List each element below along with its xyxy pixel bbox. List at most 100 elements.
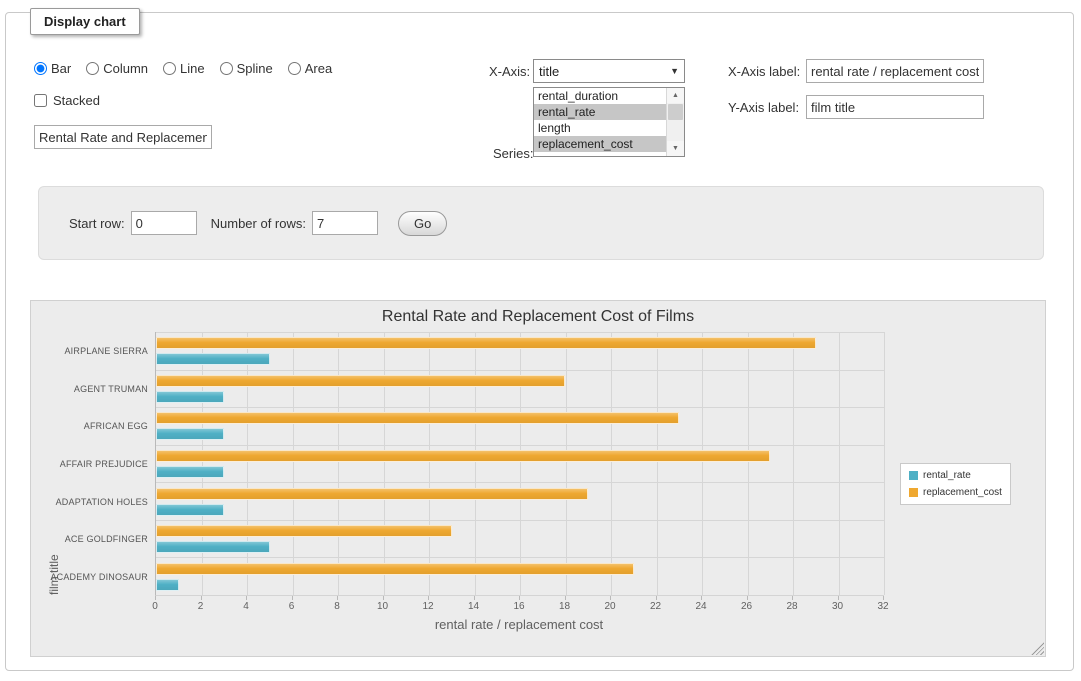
x-axis-tick xyxy=(292,596,293,600)
radio-column-input[interactable] xyxy=(86,62,99,75)
series-option-replacement_cost[interactable]: replacement_cost xyxy=(534,136,667,152)
radio-line-label: Line xyxy=(180,61,205,76)
category-label: AIRPLANE SIERRA xyxy=(64,346,148,356)
x-axis-selected-value: title xyxy=(539,64,559,79)
x-axis-tick xyxy=(883,596,884,600)
chart-row: ACADEMY DINOSAUR xyxy=(156,557,884,595)
chart-row: ACE GOLDFINGER xyxy=(156,520,884,558)
dropdown-arrow-icon: ▼ xyxy=(670,66,679,76)
x-axis-tick-label: 20 xyxy=(604,601,615,612)
category-label: AFRICAN EGG xyxy=(84,421,148,431)
x-axis-tick-label: 18 xyxy=(559,601,570,612)
bar-rental_rate xyxy=(156,541,270,553)
x-axis-tick xyxy=(383,596,384,600)
chart-type-radio-group: Bar Column Line Spline Area xyxy=(34,61,332,76)
radio-area-label: Area xyxy=(305,61,332,76)
bar-replacement_cost xyxy=(156,337,816,349)
legend-item-rental_rate[interactable]: rental_rate xyxy=(909,470,1002,481)
bar-rental_rate xyxy=(156,353,270,365)
radio-area-input[interactable] xyxy=(288,62,301,75)
bar-rental_rate xyxy=(156,504,224,516)
x-axis-tick xyxy=(792,596,793,600)
scroll-down-icon[interactable]: ▼ xyxy=(667,141,684,156)
bar-replacement_cost xyxy=(156,525,452,537)
resize-handle-icon[interactable] xyxy=(1031,642,1044,655)
stacked-label: Stacked xyxy=(53,93,100,108)
scrollbar-thumb[interactable] xyxy=(668,104,683,120)
category-label: ACE GOLDFINGER xyxy=(65,534,148,544)
x-axis-tick xyxy=(474,596,475,600)
chart-row: ADAPTATION HOLES xyxy=(156,482,884,520)
series-options: rental_durationrental_ratelengthreplacem… xyxy=(534,88,667,156)
x-axis-title: rental rate / replacement cost xyxy=(155,617,883,632)
series-select-label: Series: xyxy=(493,146,533,161)
radio-area[interactable]: Area xyxy=(288,61,332,76)
x-axis-tick-label: 26 xyxy=(741,601,752,612)
x-axis-tick-label: 14 xyxy=(468,601,479,612)
bar-rental_rate xyxy=(156,579,179,591)
x-axis-tick-label: 0 xyxy=(152,601,158,612)
x-axis-label-input[interactable] xyxy=(806,59,984,83)
series-option-length[interactable]: length xyxy=(534,120,667,136)
radio-column-label: Column xyxy=(103,61,148,76)
x-axis-tick xyxy=(701,596,702,600)
radio-line-input[interactable] xyxy=(163,62,176,75)
number-of-rows-label: Number of rows: xyxy=(211,216,306,231)
bar-replacement_cost xyxy=(156,412,679,424)
y-axis-label-field-label: Y-Axis label: xyxy=(728,100,799,115)
gridline xyxy=(884,332,885,595)
x-axis-select-label: X-Axis: xyxy=(489,64,530,79)
bar-rental_rate xyxy=(156,391,224,403)
x-axis-tick-label: 10 xyxy=(377,601,388,612)
chart-panel: Rental Rate and Replacement Cost of Film… xyxy=(30,300,1046,657)
x-axis-tick-label: 22 xyxy=(650,601,661,612)
x-axis-select[interactable]: title ▼ xyxy=(533,59,685,83)
scroll-up-icon[interactable]: ▲ xyxy=(667,88,684,103)
stacked-checkbox[interactable]: Stacked xyxy=(34,93,100,108)
stacked-checkbox-input[interactable] xyxy=(34,94,47,107)
x-axis-tick-label: 8 xyxy=(334,601,340,612)
chart-title: Rental Rate and Replacement Cost of Film… xyxy=(31,308,1045,326)
x-axis-tick-label: 16 xyxy=(513,601,524,612)
row-controls-panel: Start row: Number of rows: Go xyxy=(38,186,1044,260)
bar-replacement_cost xyxy=(156,488,588,500)
category-label: ACADEMY DINOSAUR xyxy=(50,572,148,582)
x-axis-tick xyxy=(610,596,611,600)
x-axis-label-field-label: X-Axis label: xyxy=(728,64,800,79)
legend-swatch-icon xyxy=(909,471,918,480)
x-axis-tick xyxy=(337,596,338,600)
number-of-rows-input[interactable] xyxy=(312,211,378,235)
radio-spline-input[interactable] xyxy=(220,62,233,75)
y-axis-label-input[interactable] xyxy=(806,95,984,119)
bar-replacement_cost xyxy=(156,450,770,462)
legend-label: replacement_cost xyxy=(923,487,1002,498)
radio-bar[interactable]: Bar xyxy=(34,61,71,76)
x-axis-ticks: 02468101214161820222426283032 xyxy=(155,596,883,614)
x-axis-tick xyxy=(565,596,566,600)
radio-spline-label: Spline xyxy=(237,61,273,76)
chart-title-input[interactable] xyxy=(34,125,212,149)
start-row-input[interactable] xyxy=(131,211,197,235)
x-axis-tick xyxy=(519,596,520,600)
chart-legend: rental_rate replacement_cost xyxy=(900,463,1011,505)
series-option-rental_duration[interactable]: rental_duration xyxy=(534,88,667,104)
chart-row: AGENT TRUMAN xyxy=(156,370,884,408)
bar-replacement_cost xyxy=(156,375,565,387)
series-scrollbar[interactable]: ▲ ▼ xyxy=(666,88,684,156)
go-button[interactable]: Go xyxy=(398,211,447,236)
x-axis-tick-label: 6 xyxy=(289,601,295,612)
radio-spline[interactable]: Spline xyxy=(220,61,273,76)
series-option-rental_rate[interactable]: rental_rate xyxy=(534,104,667,120)
display-chart-panel: Display chart Bar Column Line Spline Are… xyxy=(5,12,1074,671)
legend-swatch-icon xyxy=(909,488,918,497)
chart-row: AIRPLANE SIERRA xyxy=(156,332,884,370)
chart-row: AFFAIR PREJUDICE xyxy=(156,445,884,483)
legend-item-replacement_cost[interactable]: replacement_cost xyxy=(909,487,1002,498)
x-axis-tick xyxy=(155,596,156,600)
x-axis-tick xyxy=(428,596,429,600)
radio-line[interactable]: Line xyxy=(163,61,205,76)
series-listbox[interactable]: rental_durationrental_ratelengthreplacem… xyxy=(533,87,685,157)
radio-column[interactable]: Column xyxy=(86,61,148,76)
radio-bar-input[interactable] xyxy=(34,62,47,75)
x-axis-tick-label: 28 xyxy=(786,601,797,612)
